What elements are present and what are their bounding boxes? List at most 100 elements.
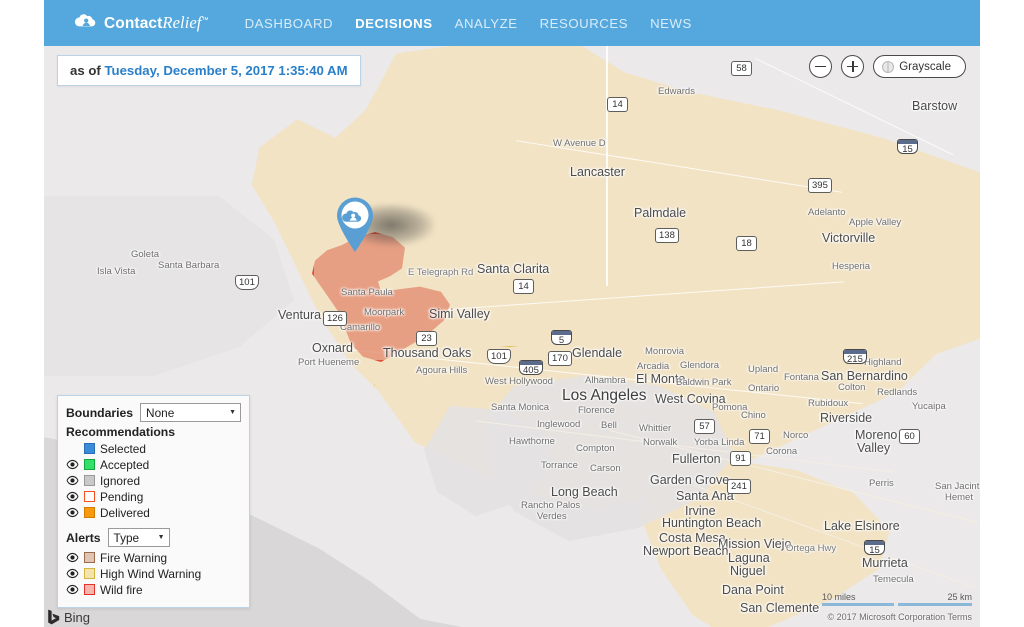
highway-shield-icon: 58 [731, 61, 752, 76]
plus-icon-vertical [851, 61, 854, 72]
highway-shield-icon: 57 [694, 419, 715, 434]
highway-shield-icon: 170 [548, 351, 572, 366]
terms-link[interactable]: Terms [948, 612, 973, 622]
map-scale-bar: 10 miles 25 km [822, 592, 972, 606]
legend-swatch [84, 507, 95, 518]
zoom-out-button[interactable] [809, 55, 833, 78]
brand-name-bold: Contact [104, 15, 163, 32]
globe-icon [882, 60, 895, 73]
as-of-value: Tuesday, December 5, 2017 1:35:40 AM [104, 63, 348, 78]
nav-item-dashboard[interactable]: DASHBOARD [245, 16, 334, 31]
highway-shield-icon: 138 [655, 228, 679, 243]
legend-item-accepted[interactable]: Accepted [66, 457, 241, 472]
legend-item-label: Selected [100, 441, 146, 456]
legend-item-ignored[interactable]: Ignored [66, 473, 241, 488]
highway-shield-icon: 91 [730, 451, 751, 466]
as-of-label: as of [70, 63, 101, 78]
legend-swatch [84, 475, 95, 486]
bing-label: Bing [64, 609, 91, 625]
visibility-eye-icon [66, 552, 79, 563]
scale-km-label: 25 km [947, 592, 972, 602]
legend-swatch [84, 491, 95, 502]
brand-trademark: ™ [201, 16, 209, 24]
copyright-text: © 2017 Microsoft Corporation [827, 612, 946, 622]
nav-item-resources[interactable]: RESOURCES [540, 16, 629, 31]
chevron-down-icon: ▼ [229, 409, 236, 416]
boundaries-selected-value: None [146, 405, 175, 420]
legend-item-label: Accepted [100, 457, 150, 472]
legend-item-selected[interactable]: Selected [66, 441, 241, 456]
highway-shield-icon: 101 [487, 349, 511, 364]
legend-item-label: Fire Warning [100, 550, 168, 565]
legend-item-label: Ignored [100, 473, 141, 488]
bing-b-icon [48, 609, 60, 625]
legend-item-fire-warning[interactable]: Fire Warning [66, 550, 241, 565]
highway-shield-icon: 15 [897, 139, 918, 155]
highway-shield-icon: 60 [899, 429, 920, 444]
legend-item-label: Delivered [100, 505, 150, 520]
alerts-selected-value: Type [113, 530, 140, 545]
boundaries-select[interactable]: None ▼ [140, 403, 241, 422]
nav-item-news[interactable]: NEWS [650, 16, 692, 31]
recommendations-title: Recommendations [66, 425, 176, 439]
highway-shield-icon: 101 [235, 275, 259, 290]
nav-item-analyze[interactable]: ANALYZE [455, 16, 518, 31]
brand-logo-group[interactable]: ContactRelief™ [73, 13, 209, 34]
recommendations-legend-list: Selected Accepted Ignored Pending Delivered [66, 441, 241, 520]
legend-swatch [84, 552, 95, 563]
map-copyright: © 2017 Microsoft Corporation Terms [827, 612, 972, 622]
legend-item-pending[interactable]: Pending [66, 489, 241, 504]
nav-links: DASHBOARD DECISIONS ANALYZE RESOURCES NE… [245, 16, 692, 31]
visibility-eye-icon [66, 584, 79, 595]
legend-item-delivered[interactable]: Delivered [66, 505, 241, 520]
highway-shield-icon: 126 [323, 311, 347, 326]
legend-item-high-wind-warning[interactable]: High Wind Warning [66, 566, 241, 581]
highway-shield-icon: 23 [416, 331, 437, 346]
brand-name: ContactRelief™ [104, 13, 209, 33]
bing-attribution[interactable]: Bing [47, 609, 90, 625]
map-legend-panel: Boundaries None ▼ Recommendations Select… [57, 395, 250, 608]
legend-item-label: Wild fire [100, 582, 143, 597]
contactrelief-pin-icon[interactable] [333, 195, 377, 253]
visibility-eye-icon [66, 568, 79, 579]
boundaries-label: Boundaries [66, 405, 134, 420]
visibility-eye-icon [66, 459, 79, 470]
top-navigation-bar: ContactRelief™ DASHBOARD DECISIONS ANALY… [44, 0, 980, 46]
as-of-date-banner[interactable]: as of Tuesday, December 5, 2017 1:35:40 … [57, 55, 361, 86]
scale-miles-label: 10 miles [822, 592, 856, 602]
visibility-eye-icon [66, 491, 79, 502]
page-right-margin [980, 0, 1024, 627]
highway-shield-icon: 15 [864, 540, 885, 556]
cloud-person-icon [73, 13, 98, 34]
brand-name-italic: Relief [162, 13, 202, 32]
page-left-margin [0, 0, 44, 627]
minus-icon [815, 65, 827, 68]
highway-shield-icon: 215 [843, 349, 867, 365]
nav-item-decisions[interactable]: DECISIONS [355, 16, 433, 31]
zoom-in-button[interactable] [841, 55, 865, 78]
highway-shield-icon: 14 [607, 97, 628, 112]
alerts-type-select[interactable]: Type ▼ [107, 528, 170, 547]
highway-shield-icon: 14 [513, 279, 534, 294]
legend-swatch [84, 568, 95, 579]
legend-item-label: High Wind Warning [100, 566, 202, 581]
map-road [606, 46, 608, 286]
alerts-legend-list: Fire Warning High Wind Warning Wild fire [66, 550, 241, 597]
scale-line-km [898, 603, 972, 606]
chevron-down-icon: ▼ [157, 534, 165, 541]
visibility-eye-icon [66, 507, 79, 518]
scale-line-miles [822, 603, 894, 606]
highway-shield-icon: 5 [551, 330, 572, 346]
legend-item-wild-fire[interactable]: Wild fire [66, 582, 241, 597]
map-style-label: Grayscale [899, 60, 951, 73]
visibility-eye-icon [66, 475, 79, 486]
highway-shield-icon: 405 [519, 360, 543, 376]
alerts-row: Alerts Type ▼ [66, 528, 241, 547]
map-style-button[interactable]: Grayscale [873, 55, 966, 78]
legend-swatch [84, 459, 95, 470]
highway-shield-icon: 395 [808, 178, 832, 193]
legend-item-label: Pending [100, 489, 144, 504]
map-container[interactable]: Edwards Barstow W Avenue D Lancaster Palmdal… [44, 46, 980, 627]
map-controls: Grayscale [809, 55, 966, 78]
highway-shield-icon: 71 [749, 429, 770, 444]
